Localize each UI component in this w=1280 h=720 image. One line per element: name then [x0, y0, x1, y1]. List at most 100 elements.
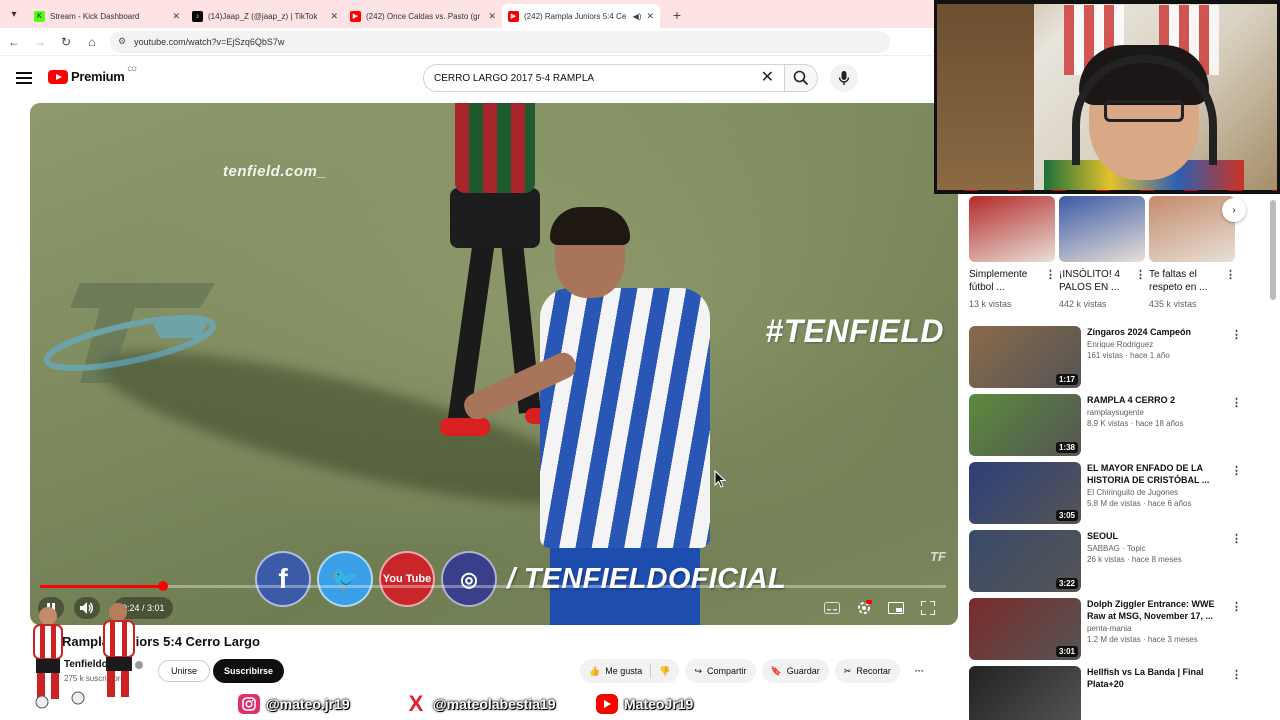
- video-channel[interactable]: ramplaysugente: [1087, 408, 1227, 417]
- video-title[interactable]: EL MAYOR ENFADO DE LA HISTORIA DE CRISTÓ…: [1087, 462, 1227, 486]
- close-tab-icon[interactable]: ✕: [330, 11, 338, 22]
- fullscreen-icon[interactable]: [918, 598, 938, 618]
- close-tab-icon[interactable]: ✕: [488, 11, 496, 22]
- streamer-social-bar: @mateo.jr19 X @mateolabestia19 MateoJr19: [0, 688, 1280, 720]
- video-stats: 26 k vistas · hace 8 meses: [1087, 555, 1182, 564]
- back-icon[interactable]: ←: [2, 30, 26, 54]
- more-options-icon[interactable]: ⋮: [1231, 532, 1242, 545]
- short-title[interactable]: Te faltas el respeto en ...: [1149, 268, 1225, 294]
- related-video-item[interactable]: 1:17 Zíngaros 2024 Campeón Enrique Rodrigu…: [969, 326, 1244, 388]
- more-options-icon[interactable]: ⋮: [1231, 464, 1242, 477]
- short-title[interactable]: ¡INSÓLITO! 4 PALOS EN ...: [1059, 268, 1135, 294]
- related-video-item[interactable]: 3:05 EL MAYOR ENFADO DE LA HISTORIA DE CR…: [969, 462, 1244, 524]
- short-card[interactable]: Simplemente fútbol ... ⋮ 13 k vistas: [969, 196, 1056, 309]
- site-info-icon[interactable]: ⚙: [118, 36, 126, 47]
- video-stats: 161 vistas · hace 1 año: [1087, 351, 1170, 360]
- short-thumbnail[interactable]: [1059, 196, 1145, 262]
- video-title[interactable]: SEOUL: [1087, 530, 1227, 542]
- tab-tiktok[interactable]: ♪ (14)Jaap_Z (@jaap_z) | TikTok ✕: [186, 4, 344, 28]
- close-tab-icon[interactable]: ✕: [646, 11, 654, 22]
- duration-badge: 1:38: [1055, 442, 1078, 453]
- save-button[interactable]: 🔖 Guardar: [761, 659, 829, 683]
- tab-kick-dashboard[interactable]: K Stream - Kick Dashboard ✕: [28, 4, 186, 28]
- more-options-icon[interactable]: ⋮: [1231, 328, 1242, 341]
- x-handle-text: @mateolabestia19: [433, 696, 556, 712]
- video-channel[interactable]: penta-mania: [1087, 624, 1227, 633]
- subtitles-icon[interactable]: [822, 598, 842, 618]
- video-thumbnail[interactable]: 3:05: [969, 462, 1081, 524]
- more-actions-button[interactable]: ···: [906, 659, 933, 683]
- microphone-icon: [838, 71, 850, 85]
- like-icon[interactable]: 👍: [589, 666, 600, 677]
- reload-icon[interactable]: ↻: [54, 30, 78, 54]
- short-title[interactable]: Simplemente fútbol ...: [969, 268, 1045, 294]
- miniplayer-icon[interactable]: [886, 598, 906, 618]
- duration-badge: 1:17: [1055, 374, 1078, 385]
- progress-bar[interactable]: [40, 581, 946, 591]
- youtube-premium-logo[interactable]: Premium CO: [48, 66, 137, 84]
- logo-wordmark: Premium: [71, 69, 125, 84]
- home-icon[interactable]: ⌂: [80, 30, 104, 54]
- video-title[interactable]: RAMPLA 4 CERRO 2: [1087, 394, 1227, 406]
- instagram-icon: ◎: [441, 551, 497, 607]
- search-button[interactable]: [784, 64, 818, 92]
- video-thumbnail[interactable]: 1:38: [969, 394, 1081, 456]
- video-channel[interactable]: Enrique Rodriguez: [1087, 340, 1227, 349]
- voice-search-button[interactable]: [830, 64, 858, 92]
- related-video-item[interactable]: 1:38 RAMPLA 4 CERRO 2 ramplaysugente 8.9 K …: [969, 394, 1244, 456]
- close-tab-icon[interactable]: ✕: [172, 11, 180, 22]
- clip-label: Recortar: [856, 666, 891, 676]
- more-options-icon[interactable]: ⋮: [1225, 268, 1236, 294]
- tab-search-chevron-icon[interactable]: ▾: [0, 0, 28, 28]
- more-options-icon[interactable]: ⋮: [1231, 396, 1242, 409]
- x-icon: X: [408, 691, 424, 716]
- progress-scrubber[interactable]: [158, 581, 169, 591]
- like-label[interactable]: Me gusta: [605, 666, 642, 676]
- search-value: CERRO LARGO 2017 5-4 RAMPLA: [434, 72, 595, 84]
- bookmark-icon: 🔖: [770, 665, 782, 676]
- related-video-item[interactable]: 3:01 Dolph Ziggler Entrance: WWE Raw at M…: [969, 598, 1244, 660]
- clip-button[interactable]: ✂ Recortar: [834, 659, 900, 683]
- url-field[interactable]: ⚙ youtube.com/watch?v=EjSzq6QbS7w: [110, 30, 890, 53]
- more-options-icon[interactable]: ⋮: [1231, 668, 1242, 681]
- tab-rampla-juniors[interactable]: ▶ (242) Rampla Juniors 5:4 Ce ◀) ✕: [502, 4, 660, 28]
- more-options-icon[interactable]: ⋮: [1231, 600, 1242, 613]
- shorts-next-arrow-icon[interactable]: ›: [1222, 198, 1246, 222]
- more-options-icon[interactable]: ⋮: [1045, 268, 1056, 294]
- forward-icon[interactable]: →: [28, 30, 52, 54]
- video-title[interactable]: Dolph Ziggler Entrance: WWE Raw at MSG, …: [1087, 598, 1227, 622]
- video-channel[interactable]: SABBAG · Topic: [1087, 544, 1227, 553]
- video-player[interactable]: tenfield.com_ #TENFIELD f 🐦 You Tube ◎ /…: [30, 103, 958, 625]
- video-thumbnail[interactable]: 3:22: [969, 530, 1081, 592]
- video-channel[interactable]: El Chiringuito de Jugones: [1087, 488, 1227, 497]
- join-button[interactable]: Unirse: [158, 660, 211, 682]
- tab-title: (242) Once Caldas vs. Pasto (gr: [366, 11, 481, 21]
- share-label: Compartir: [707, 666, 747, 676]
- clear-search-icon[interactable]: ✕: [761, 70, 774, 86]
- youtube-icon: ▶: [508, 10, 519, 22]
- share-button[interactable]: ↪ Compartir: [685, 659, 756, 683]
- youtube-icon: [596, 694, 618, 714]
- tab-once-caldas[interactable]: ▶ (242) Once Caldas vs. Pasto (gr ✕: [344, 4, 502, 28]
- screen: ▾ K Stream - Kick Dashboard ✕ ♪ (14)Jaap…: [0, 0, 1280, 720]
- subscribe-button[interactable]: Suscribirse: [213, 659, 285, 683]
- speaker-icon[interactable]: ◀): [633, 12, 642, 21]
- logo-region: CO: [127, 66, 137, 73]
- video-title[interactable]: Zíngaros 2024 Campeón: [1087, 326, 1227, 338]
- dislike-icon[interactable]: 👎: [659, 666, 670, 677]
- short-card[interactable]: ¡INSÓLITO! 4 PALOS EN ... ⋮ 442 k vistas: [1059, 196, 1146, 309]
- shorts-shelf: Simplemente fútbol ... ⋮ 13 k vistas ¡INSÓL…: [969, 196, 1236, 309]
- broadcaster-social-banner: f 🐦 You Tube ◎ / TENFIELDOFICIAL: [255, 551, 786, 607]
- hamburger-menu-icon[interactable]: [14, 69, 34, 87]
- short-thumbnail[interactable]: [969, 196, 1055, 262]
- video-thumbnail[interactable]: 1:17: [969, 326, 1081, 388]
- scissors-icon: ✂: [843, 665, 852, 676]
- video-thumbnail[interactable]: 3:01: [969, 598, 1081, 660]
- related-video-item[interactable]: 3:22 SEOUL SABBAG · Topic 26 k vistas · hac…: [969, 530, 1244, 592]
- sidebar-scrollbar[interactable]: [1268, 190, 1278, 690]
- search-input[interactable]: CERRO LARGO 2017 5-4 RAMPLA ✕: [423, 64, 785, 92]
- settings-gear-icon[interactable]: [854, 598, 874, 618]
- video-title[interactable]: Hellfish vs La Banda | Final Plata+20: [1087, 666, 1227, 690]
- new-tab-button[interactable]: +: [666, 4, 688, 26]
- more-options-icon[interactable]: ⋮: [1135, 268, 1146, 294]
